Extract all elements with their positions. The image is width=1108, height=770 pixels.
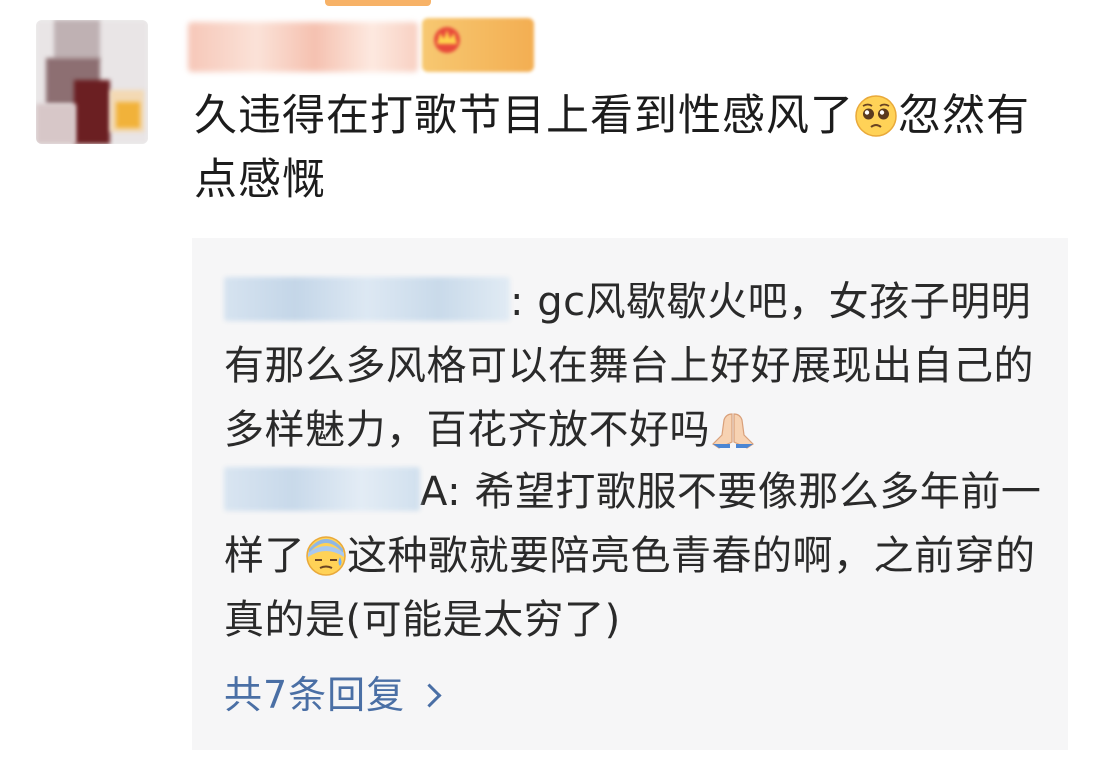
chevron-right-icon [417,683,442,708]
cold-sweat-face-icon [306,536,346,576]
crown-icon [434,27,460,53]
reply-author-obscured[interactable] [224,277,510,321]
more-replies-label: 共7条回复 [224,673,406,717]
reply-author-suffix: A: [420,469,462,515]
replies-panel: : gc风歇歇火吧，女孩子明明有那么多风格可以在舞台上好好展现出自己的多样魅力，… [192,238,1068,750]
reply-author-obscured[interactable] [224,467,420,511]
reply-item: A: 希望打歌服不要像那么多年前一样了 这种歌就要陪亮色青春的啊，之前穿的真的是… [224,460,1054,652]
username-obscured[interactable] [188,22,418,72]
avatar[interactable] [36,20,148,144]
reply-author-suffix: : [510,279,524,325]
more-replies-link[interactable]: 共7条回复 [224,668,442,722]
vip-badge [422,18,534,72]
comment-text-part-1: 久违得在打歌节目上看到性感风了 [194,91,854,141]
pleading-face-icon [855,95,897,137]
comment-text: 久违得在打歌节目上看到性感风了 忽然有点感慨 [194,84,1054,212]
top-accent-bar [325,0,431,6]
folded-hands-icon [712,413,754,449]
reply-item: : gc风歇歇火吧，女孩子明明有那么多风格可以在舞台上好好展现出自己的多样魅力，… [224,270,1054,462]
